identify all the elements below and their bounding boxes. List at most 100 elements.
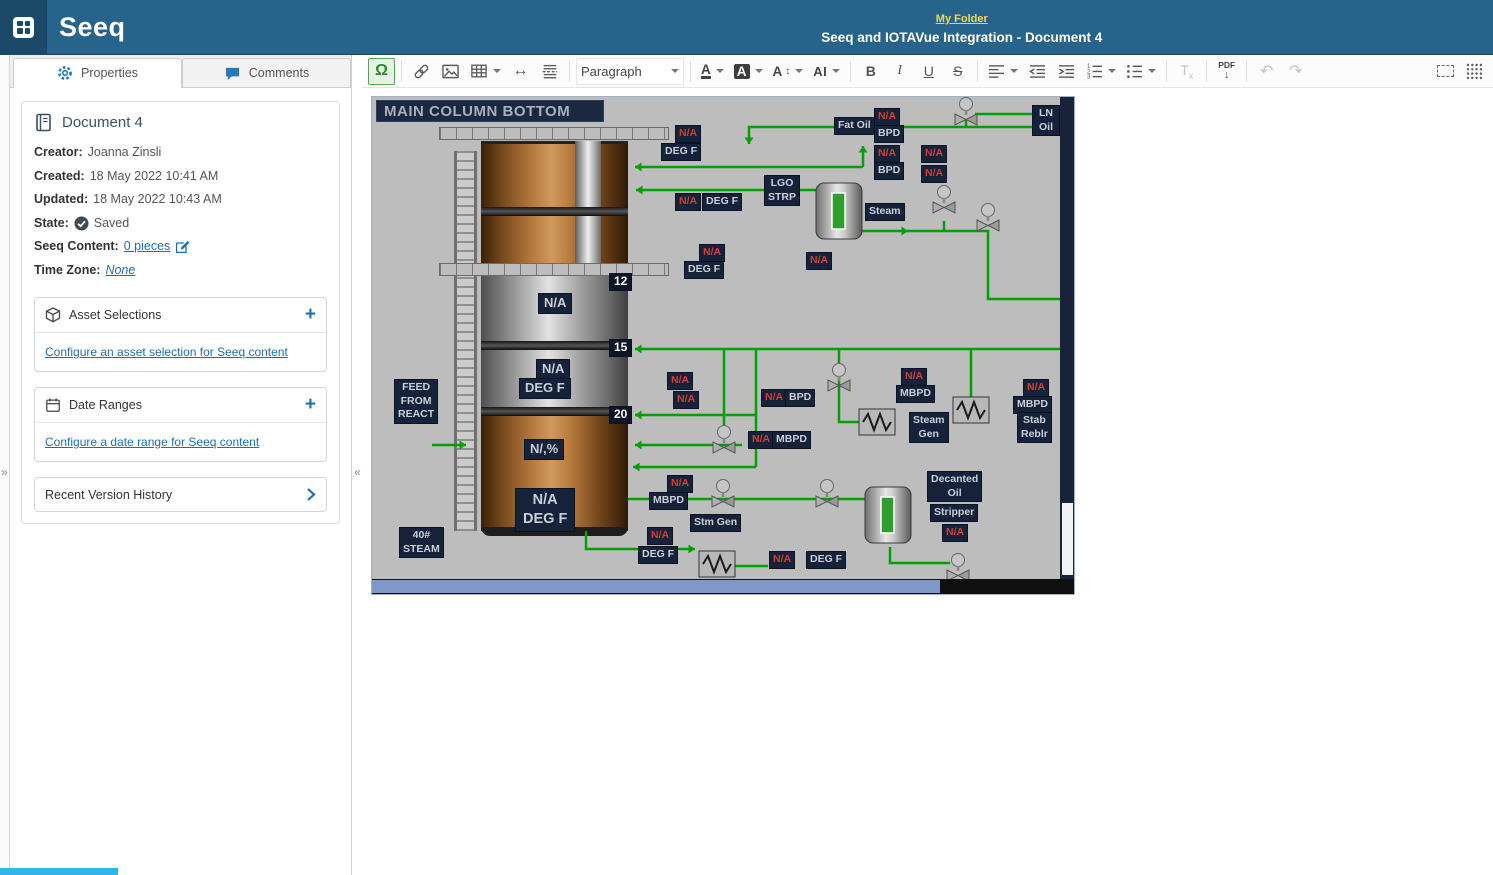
diagram-label: MBPD bbox=[649, 492, 688, 510]
insert-horizontal-line-button[interactable]: ↔ bbox=[507, 58, 534, 85]
tab-comments[interactable]: Comments bbox=[182, 58, 351, 87]
insert-link-button[interactable] bbox=[408, 58, 435, 85]
chevron-down-icon bbox=[755, 69, 763, 73]
tab-properties[interactable]: Properties bbox=[13, 58, 182, 87]
diagram-label: LGO STRP bbox=[764, 175, 800, 206]
toolbar-separator bbox=[1166, 61, 1167, 82]
bullet-list-button[interactable] bbox=[1122, 58, 1160, 85]
comment-icon bbox=[224, 66, 241, 81]
diagram-label: N/A bbox=[761, 389, 787, 407]
paragraph-style-dropdown[interactable]: Paragraph bbox=[576, 58, 684, 85]
seeq-content-label: Seeq Content: bbox=[34, 235, 119, 259]
diagram-label: N/A bbox=[673, 391, 699, 409]
expand-panel-button[interactable]: » bbox=[0, 465, 9, 479]
journal-icon bbox=[34, 113, 53, 132]
seeq-content-link[interactable]: 0 pieces bbox=[124, 235, 171, 259]
edit-icon[interactable] bbox=[175, 239, 190, 254]
ai-icon: AI bbox=[813, 64, 827, 79]
text-color-icon: A bbox=[701, 63, 711, 79]
chevron-down-icon bbox=[832, 69, 840, 73]
apps-grid-icon bbox=[13, 17, 34, 38]
left-edge-strip: » bbox=[0, 55, 10, 875]
diagram-label: 20 bbox=[609, 406, 632, 424]
insert-seeq-content-button[interactable]: Ω bbox=[368, 58, 395, 85]
diagram-horizontal-scrollbar[interactable] bbox=[372, 579, 1060, 594]
diagram-label: DEG F bbox=[519, 378, 571, 399]
insert-table-button[interactable] bbox=[466, 58, 505, 85]
chevron-down-icon bbox=[671, 69, 679, 73]
diagram-label: N/,% bbox=[524, 439, 564, 460]
apps-menu-button[interactable] bbox=[0, 0, 47, 55]
export-pdf-button[interactable]: PDF ↓ bbox=[1213, 58, 1240, 85]
date-ranges-card: Date Ranges + Configure a date range for… bbox=[34, 387, 327, 462]
diagram-label: 15 bbox=[609, 339, 632, 357]
indent-button[interactable] bbox=[1053, 58, 1080, 85]
diagram-label: N/A bbox=[667, 475, 693, 493]
diagram-vertical-scrollbar[interactable] bbox=[1060, 97, 1075, 579]
diagram-label: Stripper bbox=[930, 504, 978, 522]
clear-formatting-icon: Tx bbox=[1180, 62, 1193, 81]
configure-asset-selection-link[interactable]: Configure an asset selection for Seeq co… bbox=[35, 333, 326, 371]
document-canvas[interactable]: N/ADEG FFat OilN/ABPDLN OilN/ABPDN/AN/AL… bbox=[363, 88, 1493, 875]
diagram-label: N/A DEG F bbox=[515, 488, 575, 532]
toolbar-separator bbox=[850, 61, 851, 82]
diagram-label: Steam Gen bbox=[909, 412, 949, 443]
app-root: Seeq My Folder Seeq and IOTAVue Integrat… bbox=[0, 0, 1493, 875]
insert-page-break-button[interactable] bbox=[536, 58, 563, 85]
horizontal-scroll-thumb[interactable] bbox=[372, 580, 940, 593]
bullet-list-icon bbox=[1126, 63, 1143, 79]
add-asset-selection-button[interactable]: + bbox=[305, 308, 316, 322]
ai-assistant-button[interactable]: AI bbox=[809, 58, 844, 85]
fixed-width-view-button[interactable] bbox=[1432, 58, 1459, 85]
configure-date-range-link[interactable]: Configure a date range for Seeq content bbox=[35, 423, 326, 461]
background-color-button[interactable]: A bbox=[730, 58, 767, 85]
timezone-link[interactable]: None bbox=[105, 259, 135, 283]
header-document-title: Seeq and IOTAVue Integration - Document … bbox=[431, 29, 1493, 47]
document-card: Document 4 Creator:Joanna Zinsli Created… bbox=[21, 101, 340, 524]
align-button[interactable] bbox=[984, 58, 1022, 85]
insert-image-button[interactable] bbox=[437, 58, 464, 85]
seeq-content-icon: Ω bbox=[375, 62, 388, 80]
chevron-right-icon bbox=[306, 487, 316, 502]
background-color-icon: A bbox=[734, 64, 750, 79]
embedded-hmi-diagram[interactable]: N/ADEG FFat OilN/ABPDLN OilN/ABPDN/AN/AL… bbox=[371, 96, 1075, 595]
svg-text:3: 3 bbox=[1087, 74, 1091, 79]
link-icon bbox=[412, 62, 431, 81]
align-left-icon bbox=[988, 64, 1005, 79]
grid-view-button[interactable] bbox=[1461, 58, 1488, 85]
editor-main: Ω bbox=[363, 55, 1493, 875]
tab-properties-label: Properties bbox=[81, 66, 138, 80]
undo-button[interactable]: ↶ bbox=[1253, 58, 1280, 85]
diagram-label: N/A bbox=[1023, 379, 1049, 397]
redo-button[interactable]: ↷ bbox=[1282, 58, 1309, 85]
indent-icon bbox=[1058, 64, 1075, 79]
strikethrough-button[interactable]: S bbox=[944, 58, 971, 85]
document-name: Document 4 bbox=[62, 114, 143, 131]
dashed-selection-icon bbox=[1437, 65, 1454, 77]
italic-button[interactable]: I bbox=[886, 58, 913, 85]
saved-check-icon bbox=[74, 216, 89, 231]
diagram-label: DEG F bbox=[806, 551, 846, 569]
collapse-panel-button[interactable]: « bbox=[352, 465, 363, 479]
underline-button[interactable]: U bbox=[915, 58, 942, 85]
diagram-label: DEG F bbox=[661, 143, 701, 161]
created-label: Created: bbox=[34, 165, 85, 189]
chevron-down-icon bbox=[1010, 69, 1018, 73]
chevron-down-icon bbox=[795, 69, 803, 73]
text-color-button[interactable]: A bbox=[697, 58, 728, 85]
vertical-scroll-thumb[interactable] bbox=[1062, 503, 1073, 575]
diagram-label: N/A bbox=[699, 244, 725, 262]
outdent-button[interactable] bbox=[1024, 58, 1051, 85]
image-icon bbox=[441, 63, 460, 80]
clear-formatting-button[interactable]: Tx bbox=[1173, 58, 1200, 85]
diagram-label: N/A bbox=[874, 145, 900, 163]
diagram-label: N/A bbox=[901, 368, 927, 386]
recent-version-history-button[interactable]: Recent Version History bbox=[34, 477, 327, 512]
add-date-range-button[interactable]: + bbox=[305, 398, 316, 412]
breadcrumb-my-folder[interactable]: My Folder bbox=[936, 13, 988, 25]
diagram-label: N/A bbox=[675, 193, 701, 211]
bold-button[interactable]: B bbox=[857, 58, 884, 85]
font-size-button[interactable]: A ↕ bbox=[769, 58, 808, 85]
ordered-list-button[interactable]: 1 2 3 bbox=[1082, 58, 1120, 85]
toolbar-separator bbox=[1206, 61, 1207, 82]
